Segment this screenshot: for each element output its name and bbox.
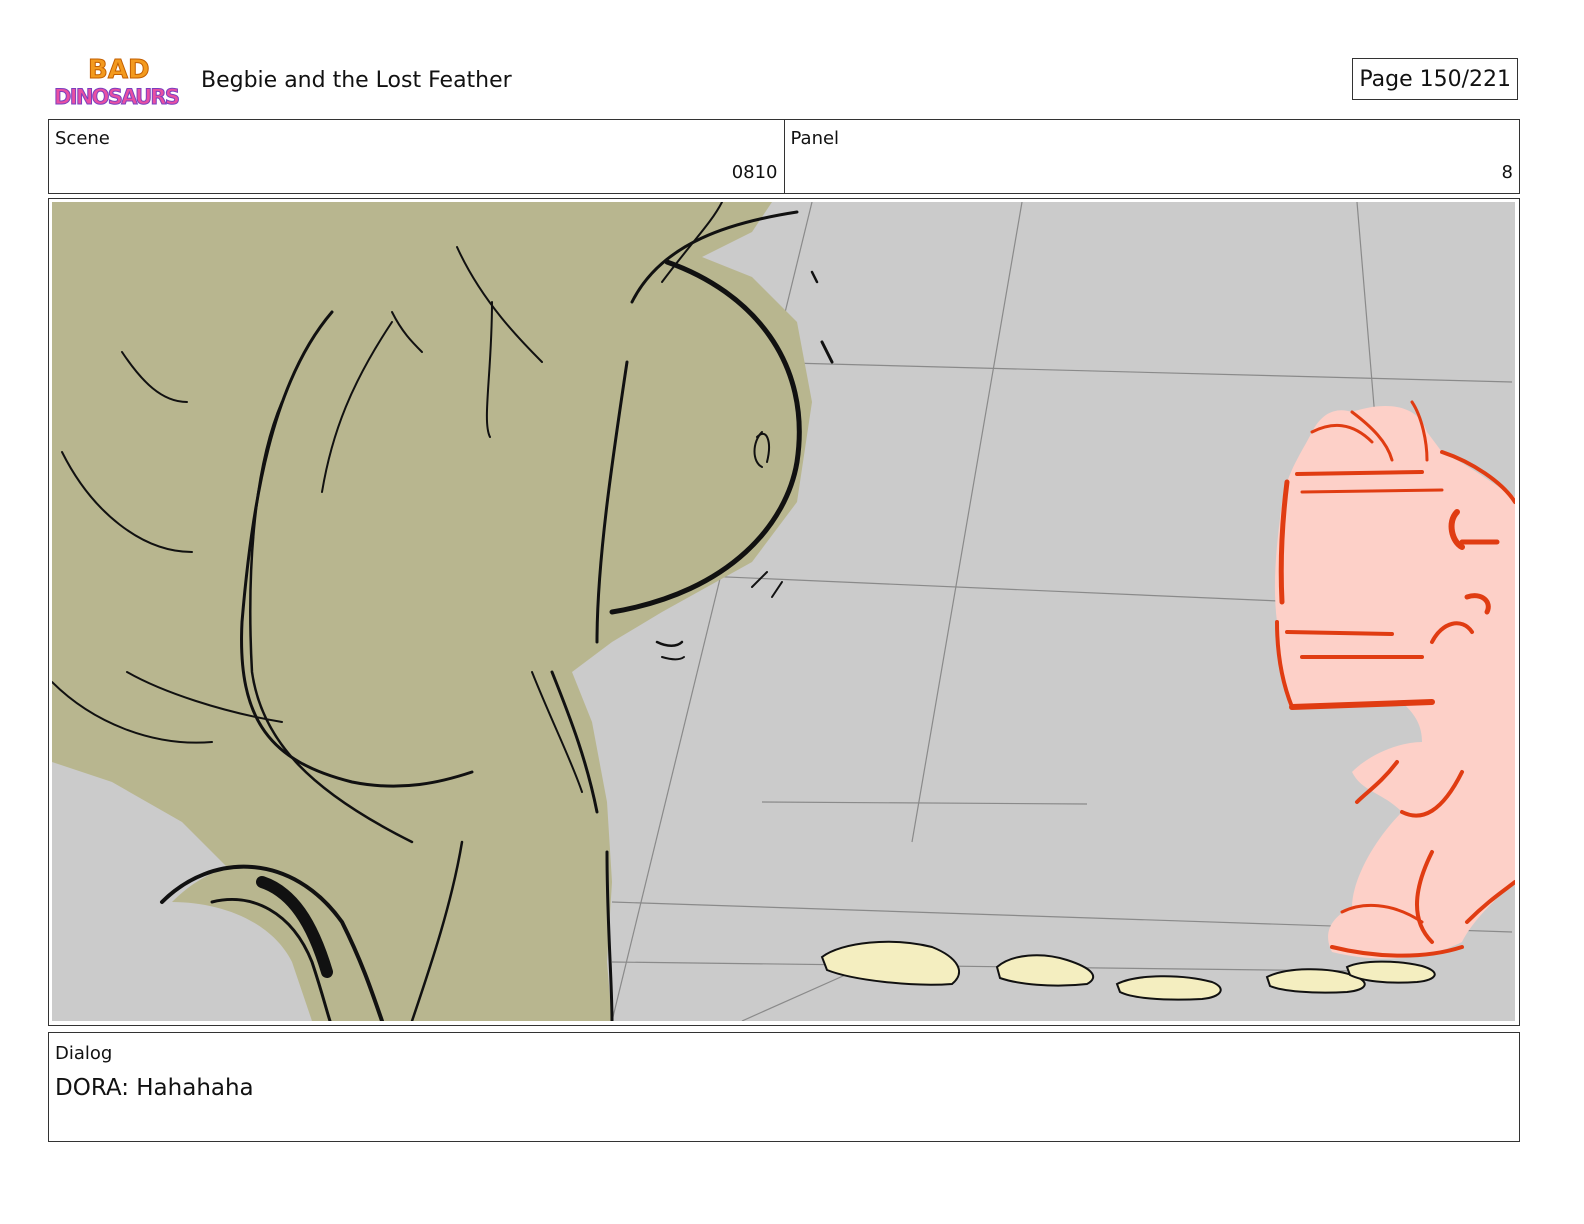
dialog-box: Dialog DORA: Hahahaha xyxy=(48,1032,1520,1142)
panel-label: Panel xyxy=(790,128,840,149)
dialog-label: Dialog xyxy=(55,1043,113,1064)
small-dinosaur-body xyxy=(1274,406,1515,959)
document-title: Begbie and the Lost Feather xyxy=(201,68,512,93)
panel-number: 8 xyxy=(1501,162,1513,183)
storyboard-sketch xyxy=(52,202,1515,1021)
logo-word-top: BAD xyxy=(88,55,150,85)
scene-panel-info: Scene 0810 Panel 8 xyxy=(48,119,1520,194)
storyboard-panel-frame xyxy=(48,198,1520,1026)
storyboard-drawing xyxy=(52,202,1515,1021)
scene-label: Scene xyxy=(55,128,110,149)
page-indicator: Page 150/221 xyxy=(1352,58,1518,100)
logo-word-bottom: DINOSAURS xyxy=(54,85,180,109)
show-logo: BAD DINOSAURS xyxy=(52,54,182,112)
header: BAD DINOSAURS Begbie and the Lost Feathe… xyxy=(48,50,1520,112)
scene-number: 0810 xyxy=(731,162,778,183)
scene-cell: Scene 0810 xyxy=(49,120,784,193)
dialog-text: DORA: Hahahaha xyxy=(55,1075,254,1101)
panel-cell: Panel 8 xyxy=(783,120,1520,193)
